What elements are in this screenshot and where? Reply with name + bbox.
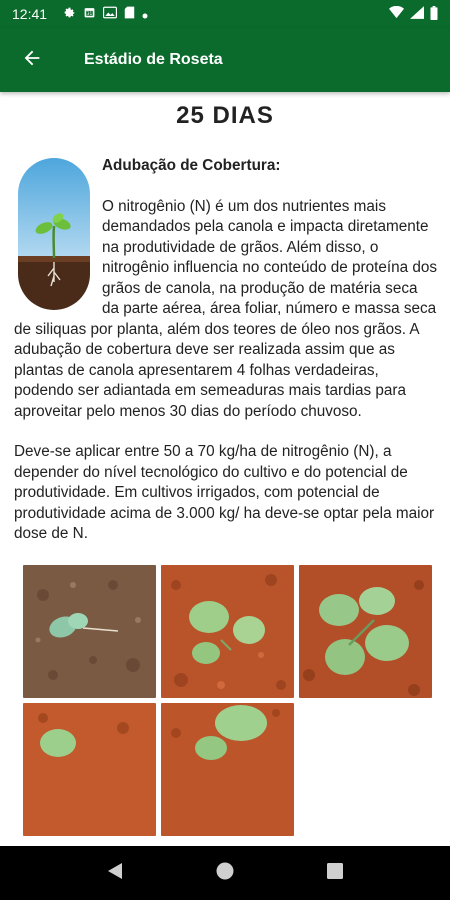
back-triangle-icon (107, 862, 123, 885)
app-bar: Estádio de Roseta (0, 28, 450, 92)
recents-square-icon (327, 862, 343, 884)
battery-icon (430, 5, 438, 23)
page-title: Estádio de Roseta (84, 51, 223, 68)
seedling-photo-2[interactable] (161, 564, 294, 698)
status-time: 12:41 (12, 6, 48, 22)
seedling-photo-1[interactable] (23, 564, 156, 698)
svg-text:31: 31 (87, 11, 93, 17)
dot-icon (142, 6, 148, 22)
sd-card-icon (124, 6, 135, 22)
home-circle-icon (216, 862, 234, 885)
gear-icon (63, 6, 76, 22)
signal-icon (410, 6, 424, 22)
nav-recents-button[interactable] (315, 853, 355, 893)
status-bar: 12:41 31 (0, 0, 450, 28)
content-scroll-area[interactable]: 25 DIAS Adubação de Cobertura: O nitrogê… (0, 92, 450, 846)
system-nav-bar (0, 846, 450, 900)
arrow-left-icon (21, 47, 43, 74)
image-icon (103, 6, 118, 22)
paragraph-dose: Deve-se aplicar entre 50 a 70 kg/ha de n… (14, 443, 435, 542)
article: Adubação de Cobertura: O nitrogênio (N) … (14, 156, 438, 545)
seedling-photo-5[interactable] (161, 702, 294, 836)
wifi-icon (389, 5, 404, 22)
seedling-illustration (18, 158, 90, 310)
seedling-photo-3[interactable] (299, 564, 432, 698)
back-button[interactable] (0, 28, 64, 92)
nav-back-button[interactable] (95, 853, 135, 893)
photo-gallery (23, 564, 432, 836)
seedling-photo-4[interactable] (23, 702, 156, 836)
nav-home-button[interactable] (205, 853, 245, 893)
calendar-icon: 31 (83, 6, 96, 22)
days-heading: 25 DIAS (176, 102, 274, 129)
